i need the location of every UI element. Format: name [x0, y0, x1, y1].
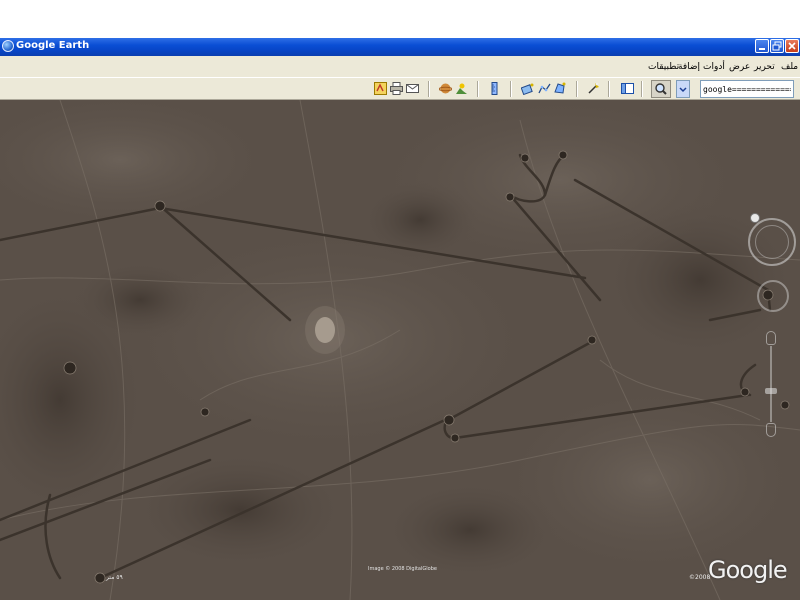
navigation-compass-inner[interactable] — [755, 225, 789, 259]
search-dropdown-button[interactable] — [676, 80, 690, 98]
hide-sidebar-icon[interactable] — [621, 82, 634, 95]
minimize-icon — [759, 48, 765, 50]
close-button[interactable] — [785, 39, 799, 53]
minimize-button[interactable] — [755, 39, 769, 53]
zoom-slider-thumb[interactable] — [765, 388, 777, 394]
image-overlay-icon[interactable] — [521, 82, 534, 95]
north-indicator-icon[interactable] — [750, 213, 760, 223]
print-icon[interactable] — [390, 82, 403, 95]
restore-icon — [772, 41, 782, 51]
polygon-icon[interactable] — [553, 82, 566, 95]
menu-file[interactable]: ملف — [781, 62, 798, 72]
zoom-slider-track[interactable] — [770, 346, 772, 422]
placemark-icon[interactable] — [587, 82, 600, 95]
ruler-icon[interactable] — [488, 82, 501, 95]
move-joystick[interactable] — [757, 280, 789, 312]
imagery-copyright: Image © 2008 DigitalGlobe — [368, 566, 437, 572]
satellite-imagery — [0, 100, 800, 600]
map-view[interactable]: Image © 2008 DigitalGlobe ٥٩ متر ©2008 G… — [0, 100, 800, 600]
google-earth-app-icon — [2, 40, 14, 52]
search-icon — [655, 83, 667, 95]
search-button[interactable] — [651, 80, 671, 98]
zoom-in-button[interactable] — [766, 331, 776, 345]
menu-add[interactable]: إضافة — [678, 62, 700, 72]
toolbar — [0, 77, 800, 100]
window-title: Google Earth — [16, 40, 90, 51]
view-in-maps-icon[interactable] — [374, 82, 387, 95]
restore-button[interactable] — [770, 39, 784, 53]
close-icon — [788, 42, 796, 50]
zoom-out-button[interactable] — [766, 423, 776, 437]
google-logo: Google — [708, 556, 788, 584]
email-icon[interactable] — [406, 82, 419, 95]
chevron-down-icon — [679, 87, 687, 93]
menu-view[interactable]: عرض — [729, 62, 750, 72]
scale-label: ٥٩ متر — [106, 574, 123, 581]
search-input[interactable] — [700, 80, 794, 98]
menu-apps[interactable]: تطبيقات — [648, 62, 679, 72]
menu-bar: ملف تحرير عرض أدوات إضافة تطبيقات — [0, 56, 800, 77]
path-icon[interactable] — [538, 82, 551, 95]
menu-tools[interactable]: أدوات — [703, 62, 725, 72]
sunlight-icon[interactable] — [455, 82, 468, 95]
sky-icon[interactable] — [439, 82, 452, 95]
title-bar: Google Earth — [0, 38, 800, 56]
menu-edit[interactable]: تحرير — [754, 62, 775, 72]
